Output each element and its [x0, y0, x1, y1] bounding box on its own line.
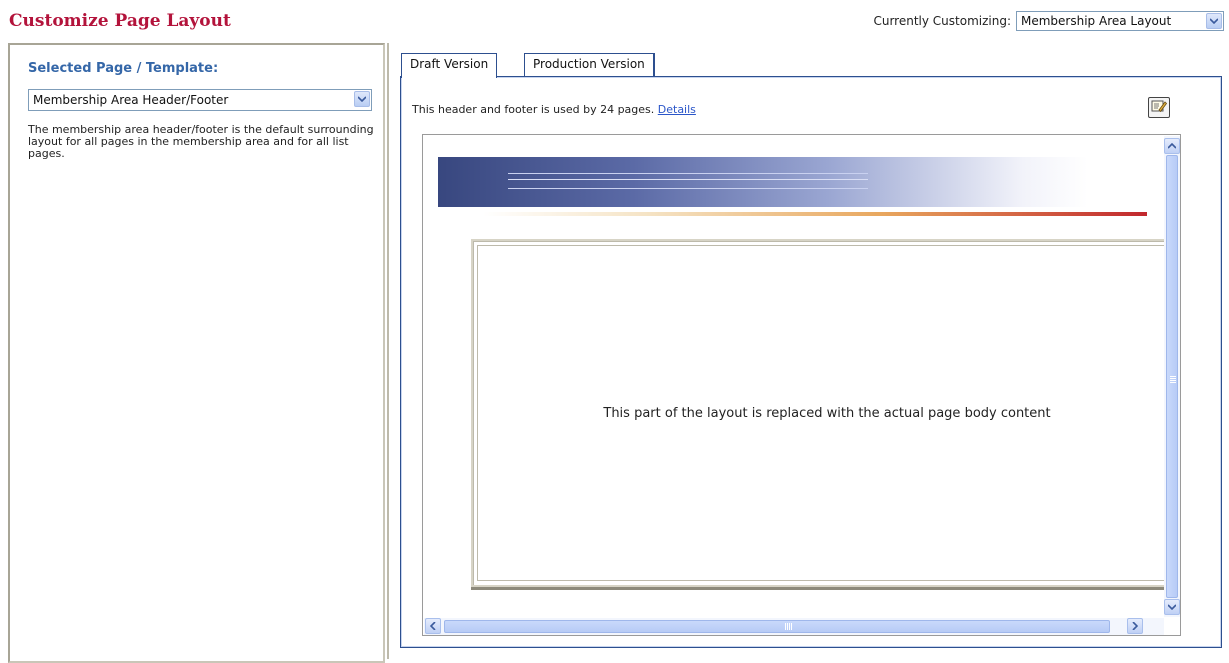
tab-production-version[interactable]: Production Version: [524, 53, 655, 77]
tab-draft-version[interactable]: Draft Version: [401, 53, 498, 78]
horizontal-scrollbar[interactable]: [424, 618, 1164, 635]
body-content-placeholder: This part of the layout is replaced with…: [471, 239, 1171, 587]
header-stripe: [483, 212, 1147, 216]
customizing-selector: Currently Customizing: Membership Area L…: [873, 11, 1224, 31]
edit-icon: [1151, 99, 1168, 116]
page-title: Customize Page Layout: [9, 11, 231, 31]
grip-icon: [1170, 376, 1176, 384]
customizing-label: Currently Customizing:: [873, 14, 1011, 28]
header-banner: [438, 157, 1088, 207]
placeholder-text: This part of the layout is replaced with…: [603, 405, 1051, 421]
usage-info: This header and footer is used by 24 pag…: [412, 103, 696, 116]
body-content-inner: This part of the layout is replaced with…: [477, 245, 1171, 581]
template-selection-panel: Selected Page / Template: Membership Are…: [8, 43, 385, 663]
chevron-down-icon[interactable]: [1206, 13, 1222, 29]
scroll-left-button[interactable]: [425, 618, 441, 634]
scroll-up-button[interactable]: [1164, 138, 1180, 154]
scroll-down-button[interactable]: [1164, 599, 1180, 615]
details-link[interactable]: Details: [658, 103, 696, 116]
layout-preview: This part of the layout is replaced with…: [422, 134, 1181, 636]
vertical-scroll-thumb[interactable]: [1166, 155, 1178, 598]
footer-rule: [471, 587, 1171, 590]
template-dropdown[interactable]: Membership Area Header/Footer: [28, 89, 372, 111]
layout-preview-panel: Draft Version Production Version This he…: [391, 43, 1229, 659]
banner-lines: [508, 173, 868, 189]
customizing-dropdown-value: Membership Area Layout: [1021, 14, 1172, 28]
usage-text: This header and footer is used by 24 pag…: [412, 103, 655, 116]
template-description: The membership area header/footer is the…: [28, 123, 374, 160]
customizing-dropdown[interactable]: Membership Area Layout: [1016, 11, 1224, 31]
panel-divider[interactable]: [387, 43, 389, 659]
grip-icon: [785, 623, 793, 630]
selected-page-heading: Selected Page / Template:: [28, 61, 219, 76]
edit-layout-button[interactable]: [1148, 97, 1170, 118]
chevron-down-icon[interactable]: [354, 91, 370, 107]
horizontal-scroll-thumb[interactable]: [444, 620, 1110, 633]
template-dropdown-value: Membership Area Header/Footer: [33, 93, 229, 107]
vertical-scrollbar[interactable]: [1164, 136, 1180, 617]
scroll-right-button[interactable]: [1127, 618, 1143, 634]
